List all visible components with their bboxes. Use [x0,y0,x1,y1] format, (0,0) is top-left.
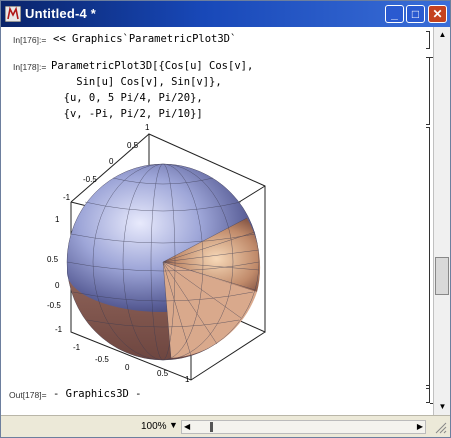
notebook-window: Untitled-4 * _ □ ✕ In[176]:= << Graphics… [0,0,451,438]
tick-label: 0.5 [47,255,59,264]
cell-bracket[interactable] [426,385,430,403]
input-code-line[interactable]: {v, -Pi, Pi/2, Pi/10}] [51,108,203,120]
scroll-thumb[interactable] [210,422,213,432]
tick-label: 0 [55,281,60,290]
notebook-content[interactable]: In[176]:= << Graphics`ParametricPlot3D` … [1,27,434,415]
zoom-dropdown-icon[interactable]: ▼ [169,420,178,430]
input-label: In[176]:= [13,35,47,45]
close-button[interactable]: ✕ [428,5,447,23]
tick-label: 0.5 [157,369,169,378]
scroll-right-icon[interactable]: ▶ [417,421,423,433]
input-code-line[interactable]: ParametricPlot3D[{Cos[u] Cos[v], [51,60,253,72]
tick-label: -1 [63,193,71,202]
tick-label: 1 [185,375,190,382]
input-code-line[interactable]: << Graphics`ParametricPlot3D` [53,33,236,45]
scroll-thumb[interactable] [435,257,449,295]
scroll-up-icon[interactable]: ▲ [434,27,450,43]
title-bar[interactable]: Untitled-4 * _ □ ✕ [1,1,450,27]
status-bar: 100% ▼ ◀ ▶ [1,415,450,437]
output-text: - Graphics3D - [53,388,142,400]
tick-label: 0 [109,157,114,166]
sphere-surface [66,163,261,361]
tick-label: -1 [73,343,81,352]
tick-label: -1 [55,325,63,334]
cell-bracket[interactable] [426,31,430,49]
input-code-line[interactable]: {u, 0, 5 Pi/4, Pi/20}, [51,92,203,104]
tick-label: 0.5 [127,141,139,150]
maximize-button[interactable]: □ [406,5,425,23]
tick-label: -0.5 [47,301,61,310]
tick-label: -0.5 [83,175,97,184]
tick-label: 1 [145,123,150,132]
cell-bracket[interactable] [426,127,430,389]
zoom-level[interactable]: 100% [141,421,167,432]
input-label: In[178]:= [13,62,47,72]
horizontal-scrollbar[interactable]: ◀ ▶ [181,420,426,434]
mathematica-icon [5,6,21,22]
parametric-plot-3d: 1 0.5 0 -0.5 -1 1 0.5 0 -0.5 -1 -1 -0.5 … [47,123,266,382]
scroll-down-icon[interactable]: ▼ [434,399,450,415]
tick-label: -0.5 [95,355,109,364]
minimize-icon: _ [391,7,398,21]
scroll-left-icon[interactable]: ◀ [184,421,190,433]
minimize-button[interactable]: _ [385,5,404,23]
window-title: Untitled-4 * [25,6,97,21]
tick-label: 1 [55,215,60,224]
input-code-line[interactable]: Sin[u] Cos[v], Sin[v]}, [51,76,221,88]
tick-label: 0 [125,363,130,372]
vertical-scrollbar[interactable]: ▲ ▼ [433,27,450,415]
resize-grip-icon[interactable] [433,420,447,434]
output-label: Out[178]= [9,390,47,400]
maximize-icon: □ [411,7,420,21]
close-icon: ✕ [432,7,443,21]
